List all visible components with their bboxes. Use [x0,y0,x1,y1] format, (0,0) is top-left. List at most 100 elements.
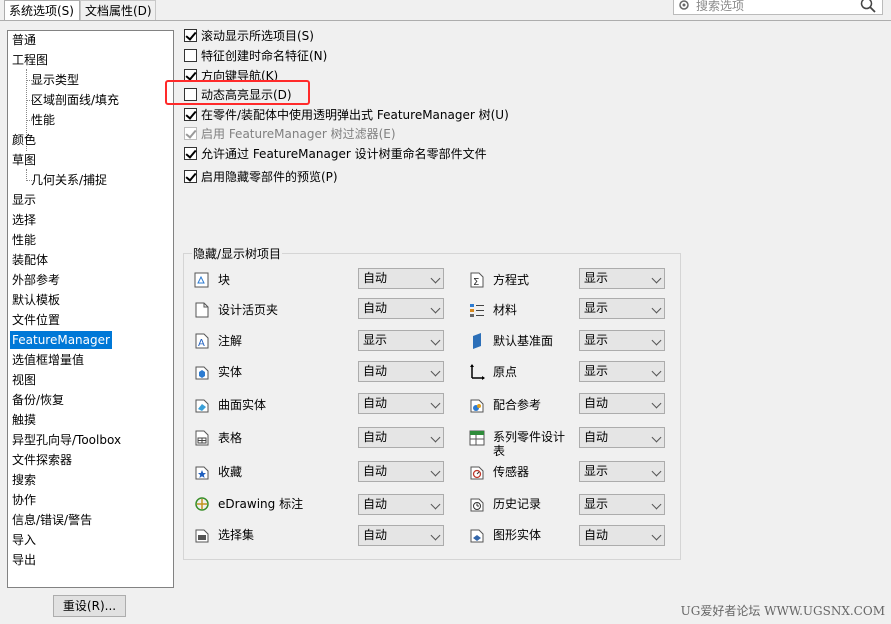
tree-item-file-explorer[interactable]: 文件探索器 [10,451,74,469]
select-tables[interactable]: 自动 [358,427,444,448]
group-title: 隐藏/显示树项目 [192,245,283,262]
select-value: 显示 [584,333,609,347]
select-favorites[interactable]: 自动 [358,461,444,482]
reset-button[interactable]: 重设(R)... [53,595,126,617]
select-origin[interactable]: 显示 [579,361,665,382]
tab-system-options[interactable]: 系统选项(S) [4,0,80,21]
select-surface-bodies[interactable]: 自动 [358,393,444,414]
equation-icon: Σ [470,272,484,288]
select-mate-references[interactable]: 自动 [579,393,665,414]
select-value: 自动 [363,497,388,511]
tree-item-label-tables: 表格 [218,431,243,445]
tree-item-assemblies[interactable]: 装配体 [10,251,50,269]
material-icon [470,304,484,317]
select-selection-sets[interactable]: 自动 [358,525,444,546]
chevron-down-icon [427,428,443,447]
tab-document-properties[interactable]: 文档属性(D) [80,0,156,20]
tree-item-spin-box-increments[interactable]: 选值框增量值 [10,351,86,369]
table-icon [195,430,209,446]
svg-text:Σ: Σ [473,277,479,288]
tree-item-drawing-performance[interactable]: 性能 [29,111,57,129]
tree-item-label-surface-bodies: 曲面实体 [218,398,267,412]
select-value: 自动 [363,528,388,542]
select-history[interactable]: 显示 [579,494,665,515]
chevron-down-icon [648,428,664,447]
tree-item-hatch[interactable]: 区域剖面线/填充 [29,91,121,109]
tree-item-display[interactable]: 显示 [10,191,38,209]
tree-item-sketch[interactable]: 草图 [10,151,38,169]
select-value: 自动 [363,301,388,315]
chevron-down-icon [427,495,443,514]
select-design-table[interactable]: 自动 [579,427,665,448]
tree-item-external-references[interactable]: 外部参考 [10,271,62,289]
checkbox-box[interactable] [184,29,197,42]
favorites-icon [195,466,209,480]
select-sensors[interactable]: 显示 [579,461,665,482]
checkbox-box[interactable] [184,170,197,183]
select-value: 自动 [584,430,609,444]
chevron-down-icon [648,299,664,318]
tab-system-options-label: 系统选项(S) [9,4,74,18]
select-default-planes[interactable]: 显示 [579,330,665,351]
tree-item-view[interactable]: 视图 [10,371,38,389]
tree-item-label-solid-bodies: 实体 [218,365,243,379]
select-graphics-bodies[interactable]: 自动 [579,525,665,546]
checkbox-name-feature-on-creation[interactable]: 特征创建时命名特征(N) [184,47,327,65]
surface-body-icon [195,399,209,413]
tree-item-label-annotations: 注解 [218,334,243,348]
selection-set-icon [195,529,209,543]
tree-item-general[interactable]: 普通 [10,31,38,49]
checkbox-scroll-selected[interactable]: 滚动显示所选项目(S) [184,27,314,45]
tree-item-export[interactable]: 导出 [10,551,38,569]
search-input[interactable]: 搜索选项 [673,0,883,15]
tree-item-relations-snaps[interactable]: 几何关系/捕捉 [29,171,109,189]
select-solid-bodies[interactable]: 自动 [358,361,444,382]
chevron-down-icon [427,331,443,350]
select-block[interactable]: 自动 [358,268,444,289]
select-material[interactable]: 显示 [579,298,665,319]
chevron-down-icon [648,362,664,381]
tree-item-label-history: 历史记录 [493,497,542,511]
tree-item-default-templates[interactable]: 默认模板 [10,291,62,309]
checkbox-rename-component-files[interactable]: 允许通过 FeatureManager 设计树重命名零部件文件 [184,145,487,163]
tree-item-collaboration[interactable]: 协作 [10,491,38,509]
chevron-down-icon [648,495,664,514]
checkbox-label: 启用 FeatureManager 树过滤器(E) [201,127,396,141]
select-edrawing-markups[interactable]: 自动 [358,494,444,515]
tree-item-label-block: 块 [218,273,231,287]
sensor-icon [470,466,484,480]
tree-item-display-style[interactable]: 显示类型 [29,71,81,89]
select-value: 自动 [363,271,388,285]
checkbox-box[interactable] [184,49,197,62]
tree-item-search[interactable]: 搜索 [10,471,38,489]
origin-icon [470,364,485,380]
select-design-binder[interactable]: 自动 [358,298,444,319]
checkbox-hidden-component-preview[interactable]: 启用隐藏零部件的预览(P) [184,168,338,186]
chevron-down-icon [648,526,664,545]
select-value: 显示 [584,301,609,315]
checkbox-box[interactable] [184,108,197,121]
chevron-down-icon [648,269,664,288]
options-tree[interactable]: 普通 工程图 显示类型 区域剖面线/填充 性能 颜色 草图 几何关系/捕捉 显示… [7,30,174,588]
tree-item-hole-wizard-toolbox[interactable]: 异型孔向导/Toolbox [10,431,123,449]
tree-item-touch[interactable]: 触摸 [10,411,38,429]
checkbox-box[interactable] [184,147,197,160]
tab-divider [0,20,891,21]
search-icon[interactable] [860,0,876,13]
chevron-down-icon [427,394,443,413]
checkbox-label: 启用隐藏零部件的预览(P) [201,170,338,184]
tree-item-drawings[interactable]: 工程图 [10,51,50,69]
chevron-down-icon [427,299,443,318]
checkbox-transparent-flyout-tree[interactable]: 在零件/装配体中使用透明弹出式 FeatureManager 树(U) [184,106,509,124]
select-annotations[interactable]: 显示 [358,330,444,351]
tree-item-performance[interactable]: 性能 [10,231,38,249]
tree-item-messages-errors-warnings[interactable]: 信息/错误/警告 [10,511,94,529]
tree-item-backup-recover[interactable]: 备份/恢复 [10,391,66,409]
tree-item-colors[interactable]: 颜色 [10,131,38,149]
tree-item-selection[interactable]: 选择 [10,211,38,229]
select-equations[interactable]: 显示 [579,268,665,289]
select-value: 显示 [584,497,609,511]
tree-item-file-locations[interactable]: 文件位置 [10,311,62,329]
tree-item-import[interactable]: 导入 [10,531,38,549]
tree-item-featuremanager[interactable]: FeatureManager [10,331,112,349]
